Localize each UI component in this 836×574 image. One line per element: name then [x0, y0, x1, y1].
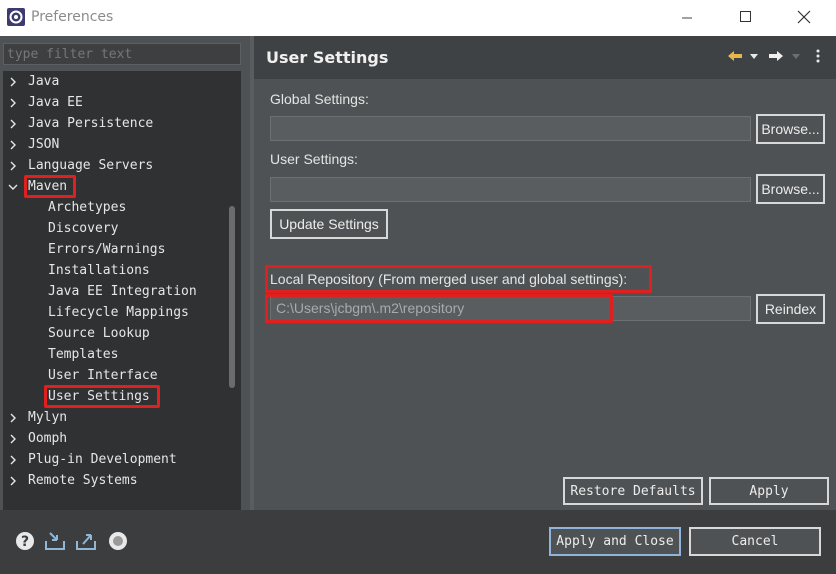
title-bar: Preferences	[0, 0, 836, 36]
back-arrow-icon[interactable]	[726, 47, 744, 65]
chevron-right-icon[interactable]	[6, 428, 20, 449]
preferences-tree: Java Java EE Java Persistence JSON Language …	[3, 71, 241, 526]
page-title: User Settings	[266, 48, 389, 67]
user-settings-field[interactable]	[270, 177, 751, 202]
filter-input[interactable]	[3, 43, 241, 65]
global-settings-label: Global Settings:	[270, 91, 369, 107]
tree-item-label: Java EE	[28, 95, 83, 110]
tree-item-label: Oomph	[28, 431, 68, 446]
tree-item-label: Java EE Integration	[48, 284, 197, 299]
tree-vertical-scrollbar[interactable]	[229, 206, 235, 388]
chevron-right-icon[interactable]	[6, 113, 20, 134]
forward-dropdown-icon[interactable]	[790, 47, 802, 65]
import-icon[interactable]	[44, 530, 66, 552]
chevron-right-icon[interactable]	[6, 407, 20, 428]
view-menu-icon[interactable]	[812, 47, 824, 65]
tree-item-label: Discovery	[48, 221, 119, 236]
page-header: User Settings	[254, 36, 836, 79]
tree-item-label: JSON	[28, 137, 60, 152]
cancel-button[interactable]: Cancel	[689, 527, 821, 556]
help-icon[interactable]: ?	[14, 530, 36, 552]
tree-item-label: Plug-in Development	[28, 452, 177, 467]
tree-item-label: Language Servers	[28, 158, 154, 173]
local-repository-field-highlight	[265, 294, 613, 323]
preferences-window: Preferences JavaJava EEJava PersistenceJ…	[0, 0, 836, 574]
update-settings-button[interactable]: Update Settings	[270, 209, 388, 239]
tree-item-label: Mylyn	[28, 410, 68, 425]
export-icon[interactable]	[75, 530, 97, 552]
eclipse-app-icon	[6, 7, 26, 27]
forward-arrow-icon[interactable]	[767, 47, 785, 65]
close-icon[interactable]	[792, 6, 816, 28]
preferences-nav-panel: Java Java EE Java Persistence JSON Language …	[0, 36, 250, 526]
tree-item-label: Java Persistence	[28, 116, 154, 131]
tree-item-label: Errors/Warnings	[48, 242, 166, 257]
tree-item-label: Java	[28, 74, 60, 89]
apply-and-close-button[interactable]: Apply and Close	[549, 527, 681, 556]
chevron-right-icon[interactable]	[6, 92, 20, 113]
chevron-down-icon[interactable]	[6, 176, 20, 197]
chevron-right-icon[interactable]	[6, 449, 20, 470]
reindex-button[interactable]: Reindex	[756, 294, 825, 324]
user-settings-page: Global Settings: Browse... User Settings…	[254, 79, 836, 510]
tree-item-label: User Interface	[48, 368, 158, 383]
tree-item-label: Lifecycle Mappings	[48, 305, 189, 320]
user-settings-label: User Settings:	[270, 151, 358, 167]
chevron-right-icon[interactable]	[6, 71, 20, 92]
tree-item-label: Source Lookup	[48, 326, 150, 341]
window-title: Preferences	[31, 9, 114, 25]
tree-item-highlight	[44, 385, 160, 408]
dialog-footer: ? Apply and Close Cancel	[0, 510, 836, 574]
tree-item-label: Installations	[48, 263, 150, 278]
chevron-right-icon[interactable]	[6, 155, 20, 176]
chevron-right-icon[interactable]	[6, 470, 20, 491]
record-icon[interactable]	[107, 530, 129, 552]
user-browse-button[interactable]: Browse...	[756, 174, 825, 204]
apply-button[interactable]: Apply	[709, 477, 829, 505]
restore-defaults-button[interactable]: Restore Defaults	[563, 477, 703, 505]
tree-item-label: Remote Systems	[28, 473, 138, 488]
tree-item-highlight	[24, 175, 76, 198]
minimize-icon[interactable]	[675, 6, 699, 28]
global-browse-button[interactable]: Browse...	[756, 114, 825, 144]
back-dropdown-icon[interactable]	[748, 47, 760, 65]
global-settings-field[interactable]	[270, 116, 751, 141]
chevron-right-icon[interactable]	[6, 134, 20, 155]
tree-item-label: Templates	[48, 347, 119, 362]
svg-text:?: ?	[21, 534, 29, 550]
local-repository-label-highlight	[265, 265, 652, 293]
tree-item-label: Archetypes	[48, 200, 127, 215]
maximize-icon[interactable]	[734, 6, 758, 28]
